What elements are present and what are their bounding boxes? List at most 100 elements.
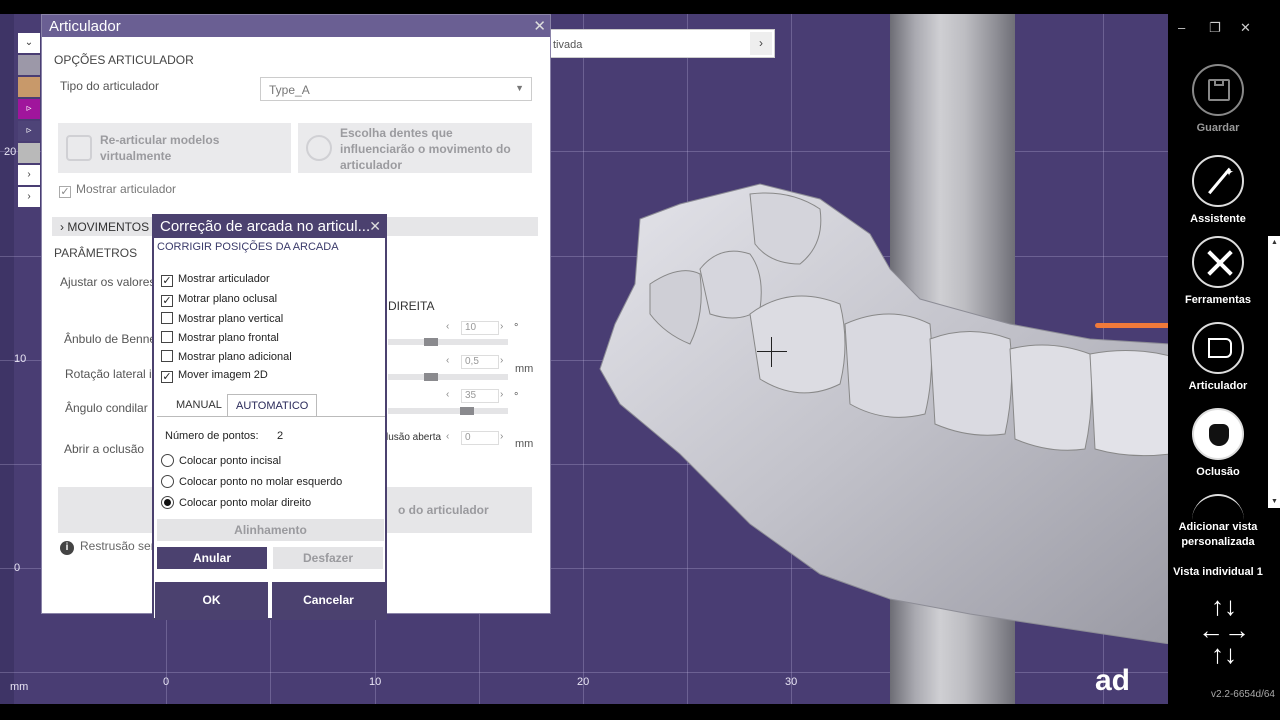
- section-title: OPÇÕES ARTICULADOR: [54, 53, 194, 67]
- expand-button[interactable]: ›: [18, 187, 40, 207]
- checkbox[interactable]: ✓: [59, 186, 71, 198]
- checkbox-label: Mostrar plano vertical: [178, 313, 284, 325]
- articulator-type-select[interactable]: Type_A ▼: [260, 77, 532, 101]
- incisal-point-radio[interactable]: Colocar ponto incisal: [161, 454, 281, 467]
- rearticulate-icon: [66, 135, 92, 161]
- chevron-right-icon: ›: [60, 220, 64, 234]
- slider-handle[interactable]: [460, 407, 474, 415]
- x-tick: 0: [163, 676, 170, 688]
- close-icon[interactable]: ✕: [369, 218, 381, 235]
- dialog-titlebar[interactable]: Articulador ✕: [42, 15, 550, 37]
- axis-unit: mm: [10, 681, 29, 693]
- add-custom-view-button[interactable]: Adicionar vista personalizada: [1168, 520, 1268, 550]
- show-vertical-plane-checkbox[interactable]: Mostrar plano vertical: [161, 312, 283, 325]
- cancel-button[interactable]: Cancelar: [272, 582, 385, 618]
- chevron-left-icon[interactable]: ‹: [446, 355, 449, 366]
- radio-button[interactable]: [161, 475, 174, 488]
- section-title: PARÂMETROS: [54, 246, 138, 260]
- slider-handle[interactable]: [424, 373, 438, 381]
- crosshair-cursor: [757, 351, 787, 352]
- top-status-field[interactable]: tivada ›: [548, 29, 775, 58]
- adjust-values-label: Ajustar os valores d: [60, 275, 166, 289]
- color-swatch[interactable]: [18, 143, 40, 163]
- radio-button-selected[interactable]: [161, 496, 174, 509]
- unit-label: °: [514, 322, 519, 334]
- checkbox[interactable]: [161, 331, 173, 343]
- stepper-value[interactable]: 35: [461, 389, 499, 403]
- stepper-value[interactable]: 0,5: [461, 355, 499, 369]
- checkbox[interactable]: [161, 312, 173, 324]
- articulator-button[interactable]: Articulador: [1168, 322, 1268, 392]
- restore-icon[interactable]: ❐: [1209, 20, 1221, 36]
- bennett-slider[interactable]: [388, 338, 508, 346]
- ok-button[interactable]: OK: [155, 582, 268, 618]
- color-swatch[interactable]: ▹: [18, 99, 40, 119]
- open-occlusion-label: Abrir a oclusão: [64, 442, 145, 456]
- arrow-up-icon[interactable]: ↑: [1211, 639, 1224, 669]
- chevron-right-icon[interactable]: ›: [500, 321, 503, 332]
- stepper-value[interactable]: 10: [461, 321, 499, 335]
- show-occlusal-plane-checkbox[interactable]: ✓ Motrar plano oclusal: [161, 293, 277, 307]
- checkbox[interactable]: ✓: [161, 295, 173, 307]
- color-swatch[interactable]: [18, 55, 40, 75]
- checkbox[interactable]: ✓: [161, 275, 173, 287]
- tab-automatic[interactable]: AUTOMATICO: [227, 394, 318, 417]
- show-additional-plane-checkbox[interactable]: Mostrar plano adicional: [161, 350, 292, 363]
- close-icon[interactable]: ✕: [1240, 20, 1251, 36]
- chevron-left-icon[interactable]: ‹: [446, 431, 449, 442]
- occlusion-button[interactable]: Oclusão: [1168, 408, 1268, 478]
- toolbar-scrollbar[interactable]: ▲ ▼: [1268, 236, 1280, 508]
- chevron-right-icon[interactable]: ›: [750, 32, 772, 55]
- slider-handle[interactable]: [424, 338, 438, 346]
- chevron-right-icon[interactable]: ›: [500, 431, 503, 442]
- open-occlusion-stepper[interactable]: ‹ 0 ›: [446, 431, 506, 445]
- minimize-icon[interactable]: –: [1178, 20, 1185, 35]
- tab-divider: [157, 416, 385, 417]
- choose-teeth-button[interactable]: Escolha dentes que influenciarão o movim…: [298, 123, 532, 173]
- tab-manual[interactable]: MANUAL: [168, 394, 230, 417]
- alignment-button[interactable]: Alinhamento: [157, 519, 384, 541]
- view-direction-arrows[interactable]: ↑↓ ←→ ↑↓: [1194, 593, 1254, 669]
- unit-label: °: [514, 391, 519, 403]
- right-molar-point-radio[interactable]: Colocar ponto molar direito: [161, 496, 311, 509]
- expand-button[interactable]: ›: [18, 165, 40, 185]
- save-button[interactable]: Guardar: [1168, 64, 1268, 134]
- move-2d-image-checkbox[interactable]: ✓ Mover imagem 2D: [161, 369, 268, 383]
- color-swatch[interactable]: ⌄: [18, 33, 40, 53]
- chevron-left-icon[interactable]: ‹: [446, 321, 449, 332]
- single-view-label[interactable]: Vista individual 1: [1168, 566, 1268, 578]
- x-tick: 30: [785, 676, 798, 688]
- color-swatch[interactable]: [18, 77, 40, 97]
- chevron-right-icon[interactable]: ›: [500, 389, 503, 400]
- dental-scan-model[interactable]: [590, 174, 1168, 644]
- show-frontal-plane-checkbox[interactable]: Mostrar plano frontal: [161, 331, 279, 344]
- y-tick: 20: [4, 146, 17, 158]
- left-molar-point-radio[interactable]: Colocar ponto no molar esquerdo: [161, 475, 342, 488]
- lateral-slider[interactable]: [388, 373, 508, 381]
- undo-button[interactable]: Anular: [157, 547, 267, 569]
- chevron-left-icon[interactable]: ‹: [446, 389, 449, 400]
- condilar-slider[interactable]: [388, 407, 508, 415]
- condilar-angle-label: Ângulo condilar: [65, 401, 148, 415]
- redo-button[interactable]: Desfazer: [273, 547, 383, 569]
- dialog-title: Correção de arcada no articul...: [160, 218, 371, 235]
- bennett-stepper[interactable]: ‹ 10 ›: [446, 321, 506, 335]
- close-icon[interactable]: ✕: [533, 17, 546, 35]
- dialog-titlebar[interactable]: Correção de arcada no articul... ✕: [154, 216, 385, 238]
- show-articulator-checkbox[interactable]: ✓ Mostrar articulador: [59, 182, 176, 198]
- tools-button[interactable]: Ferramentas: [1168, 236, 1268, 306]
- assistant-button[interactable]: ✦ Assistente: [1168, 155, 1268, 225]
- chevron-right-icon[interactable]: ›: [500, 355, 503, 366]
- rearticulate-button[interactable]: Re-articular modelos virtualmente: [58, 123, 291, 173]
- color-swatch[interactable]: ▹: [18, 121, 40, 141]
- checkbox[interactable]: ✓: [161, 371, 173, 383]
- chevron-down-icon: ▼: [515, 83, 524, 93]
- condilar-stepper[interactable]: ‹ 35 ›: [446, 389, 506, 403]
- stepper-value[interactable]: 0: [461, 431, 499, 445]
- show-articulator-checkbox[interactable]: ✓ Mostrar articulador: [161, 273, 270, 287]
- lateral-stepper[interactable]: ‹ 0,5 ›: [446, 355, 506, 369]
- checkbox-label: Mover imagem 2D: [178, 369, 268, 381]
- radio-button[interactable]: [161, 454, 174, 467]
- arrow-down-icon[interactable]: ↓: [1224, 639, 1237, 669]
- checkbox[interactable]: [161, 350, 173, 362]
